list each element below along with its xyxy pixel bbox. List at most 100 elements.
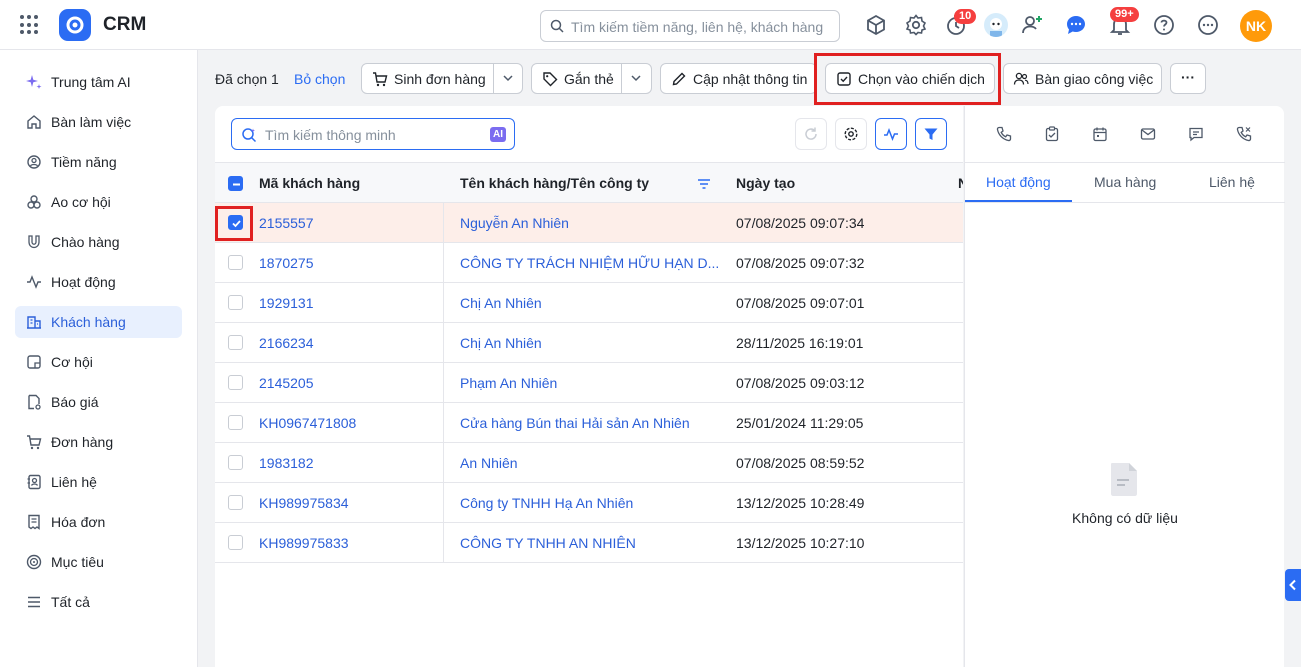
sidebar-item-goals[interactable]: Mục tiêu bbox=[15, 546, 182, 578]
sidebar-item-customers[interactable]: Khách hàng bbox=[15, 306, 182, 338]
phone-icon[interactable] bbox=[996, 126, 1012, 142]
table-row[interactable]: 2145205 Phạm An Nhiên 07/08/2025 09:03:1… bbox=[215, 363, 963, 403]
created-date: 07/08/2025 09:07:34 bbox=[736, 215, 865, 231]
row-checkbox[interactable] bbox=[228, 375, 243, 390]
user-avatar[interactable]: NK bbox=[1240, 10, 1272, 42]
customer-name[interactable]: Chị An Nhiên bbox=[460, 295, 542, 311]
cube-icon[interactable] bbox=[864, 13, 888, 37]
sidebar-item-ai-center[interactable]: Trung tâm AI bbox=[15, 66, 182, 98]
sidebar-item-opportunities[interactable]: Cơ hội bbox=[15, 346, 182, 378]
sidebar-item-invoices[interactable]: Hóa đơn bbox=[15, 506, 182, 538]
collapse-panel-button[interactable] bbox=[1285, 569, 1301, 601]
row-checkbox[interactable] bbox=[228, 255, 243, 270]
more-circle-icon[interactable] bbox=[1196, 13, 1220, 37]
cart-icon bbox=[373, 72, 388, 87]
activity-toggle-button[interactable] bbox=[875, 118, 907, 150]
table-row[interactable]: 1929131 Chị An Nhiên 07/08/2025 09:07:01 bbox=[215, 283, 963, 323]
filter-button[interactable] bbox=[915, 118, 947, 150]
created-date: 13/12/2025 10:28:49 bbox=[736, 495, 865, 511]
table-row[interactable]: KH989975834 Công ty TNHH Hạ An Nhiên 13/… bbox=[215, 483, 963, 523]
created-date: 07/08/2025 08:59:52 bbox=[736, 455, 865, 471]
global-search[interactable] bbox=[540, 10, 840, 42]
table-row[interactable]: KH989975833 CÔNG TY TNHH AN NHIÊN 13/12/… bbox=[215, 523, 963, 563]
row-checkbox[interactable] bbox=[228, 455, 243, 470]
customer-code[interactable]: 2145205 bbox=[259, 375, 314, 391]
sidebar-item-opportunity-pool[interactable]: Ao cơ hội bbox=[15, 186, 182, 218]
chat-icon[interactable] bbox=[1064, 13, 1088, 37]
customer-name[interactable]: Phạm An Nhiên bbox=[460, 375, 557, 391]
call-log-icon[interactable] bbox=[1236, 126, 1252, 142]
smart-search-input[interactable] bbox=[265, 125, 475, 145]
table-row[interactable]: KH0967471808 Cửa hàng Bún thai Hải sản A… bbox=[215, 403, 963, 443]
empty-document-icon bbox=[1111, 463, 1137, 496]
customer-code[interactable]: KH989975833 bbox=[259, 535, 349, 551]
tab-activities[interactable]: Hoạt động bbox=[986, 174, 1051, 190]
menu-icon bbox=[28, 596, 40, 608]
sidebar-item-offers[interactable]: Chào hàng bbox=[15, 226, 182, 258]
assistant-avatar[interactable] bbox=[984, 13, 1008, 37]
table-row[interactable]: 1870275 CÔNG TY TRÁCH NHIỆM HỮU HẠN D...… bbox=[215, 243, 963, 283]
customer-code[interactable]: 1983182 bbox=[259, 455, 314, 471]
row-checkbox[interactable] bbox=[228, 335, 243, 350]
update-info-button[interactable]: Cập nhật thông tin bbox=[660, 63, 817, 94]
tab-contacts[interactable]: Liên hệ bbox=[1209, 174, 1255, 190]
customer-name[interactable]: Chị An Nhiên bbox=[460, 335, 542, 351]
top-header: CRM 10 99+ NK bbox=[0, 0, 1301, 50]
customer-code[interactable]: KH989975834 bbox=[259, 495, 349, 511]
customer-code[interactable]: KH0967471808 bbox=[259, 415, 356, 431]
add-user-icon[interactable] bbox=[1020, 13, 1044, 37]
message-icon[interactable] bbox=[1188, 126, 1204, 142]
smart-search[interactable]: AI bbox=[231, 118, 515, 150]
select-all-checkbox[interactable] bbox=[228, 176, 243, 191]
sidebar-item-orders[interactable]: Đơn hàng bbox=[15, 426, 182, 458]
customer-code[interactable]: 2166234 bbox=[259, 335, 314, 351]
sidebar-item-contacts[interactable]: Liên hệ bbox=[15, 466, 182, 498]
chevron-down-icon[interactable] bbox=[501, 71, 515, 85]
chevron-down-icon[interactable] bbox=[629, 71, 643, 85]
row-checkbox[interactable] bbox=[228, 535, 243, 550]
customer-name[interactable]: Nguyễn An Nhiên bbox=[460, 215, 569, 231]
row-checkbox[interactable] bbox=[228, 295, 243, 310]
more-actions-button[interactable]: ··· bbox=[1170, 63, 1206, 94]
customer-code[interactable]: 1870275 bbox=[259, 255, 314, 271]
mail-icon[interactable] bbox=[1140, 126, 1156, 142]
table-settings-button[interactable] bbox=[835, 118, 867, 150]
customer-name[interactable]: An Nhiên bbox=[460, 455, 518, 471]
calendar-icon[interactable] bbox=[1092, 126, 1108, 142]
customer-code[interactable]: 2155557 bbox=[259, 215, 314, 231]
sidebar-item-quotes[interactable]: Báo giá bbox=[15, 386, 182, 418]
column-header-next[interactable]: N bbox=[958, 175, 963, 191]
apps-grid-icon[interactable] bbox=[20, 15, 40, 35]
column-header-created[interactable]: Ngày tạo bbox=[736, 175, 795, 191]
deselect-link[interactable]: Bỏ chọn bbox=[294, 71, 345, 87]
table-row[interactable]: 2166234 Chị An Nhiên 28/11/2025 16:19:01 bbox=[215, 323, 963, 363]
column-header-name[interactable]: Tên khách hàng/Tên công ty bbox=[460, 175, 649, 191]
column-header-code[interactable]: Mã khách hàng bbox=[259, 175, 360, 191]
tag-button[interactable]: Gắn thẻ bbox=[531, 63, 652, 94]
global-search-input[interactable] bbox=[571, 17, 831, 37]
sidebar-item-workspace[interactable]: Bàn làm việc bbox=[15, 106, 182, 138]
tab-purchases[interactable]: Mua hàng bbox=[1094, 174, 1156, 190]
customer-name[interactable]: CÔNG TY TNHH AN NHIÊN bbox=[460, 535, 636, 551]
table-row[interactable]: 1983182 An Nhiên 07/08/2025 08:59:52 bbox=[215, 443, 963, 483]
help-icon[interactable] bbox=[1152, 13, 1176, 37]
detail-panel: Hoạt động Mua hàng Liên hệ Không có dữ l… bbox=[964, 106, 1285, 667]
sidebar-item-activities[interactable]: Hoạt động bbox=[15, 266, 182, 298]
row-checkbox[interactable] bbox=[228, 415, 243, 430]
create-order-button[interactable]: Sinh đơn hàng bbox=[361, 63, 523, 94]
customer-name[interactable]: Cửa hàng Bún thai Hải sản An Nhiên bbox=[460, 415, 690, 431]
task-icon[interactable] bbox=[1044, 126, 1060, 142]
customer-name[interactable]: Công ty TNHH Hạ An Nhiên bbox=[460, 495, 633, 511]
tag-label: Gắn thẻ bbox=[564, 71, 614, 87]
handover-button[interactable]: Bàn giao công việc bbox=[1003, 63, 1162, 94]
row-checkbox[interactable] bbox=[228, 495, 243, 510]
sidebar-item-all[interactable]: Tất cả bbox=[15, 586, 182, 618]
customer-name[interactable]: CÔNG TY TRÁCH NHIỆM HỮU HẠN D... bbox=[460, 255, 719, 271]
sidebar-item-label: Đơn hàng bbox=[51, 434, 114, 450]
sidebar-item-leads[interactable]: Tiềm năng bbox=[15, 146, 182, 178]
refresh-button[interactable] bbox=[795, 118, 827, 150]
column-filter-icon[interactable] bbox=[697, 177, 711, 191]
customer-code[interactable]: 1929131 bbox=[259, 295, 314, 311]
settings-icon[interactable] bbox=[904, 13, 928, 37]
table-row[interactable]: 2155557 Nguyễn An Nhiên 07/08/2025 09:07… bbox=[215, 203, 963, 243]
